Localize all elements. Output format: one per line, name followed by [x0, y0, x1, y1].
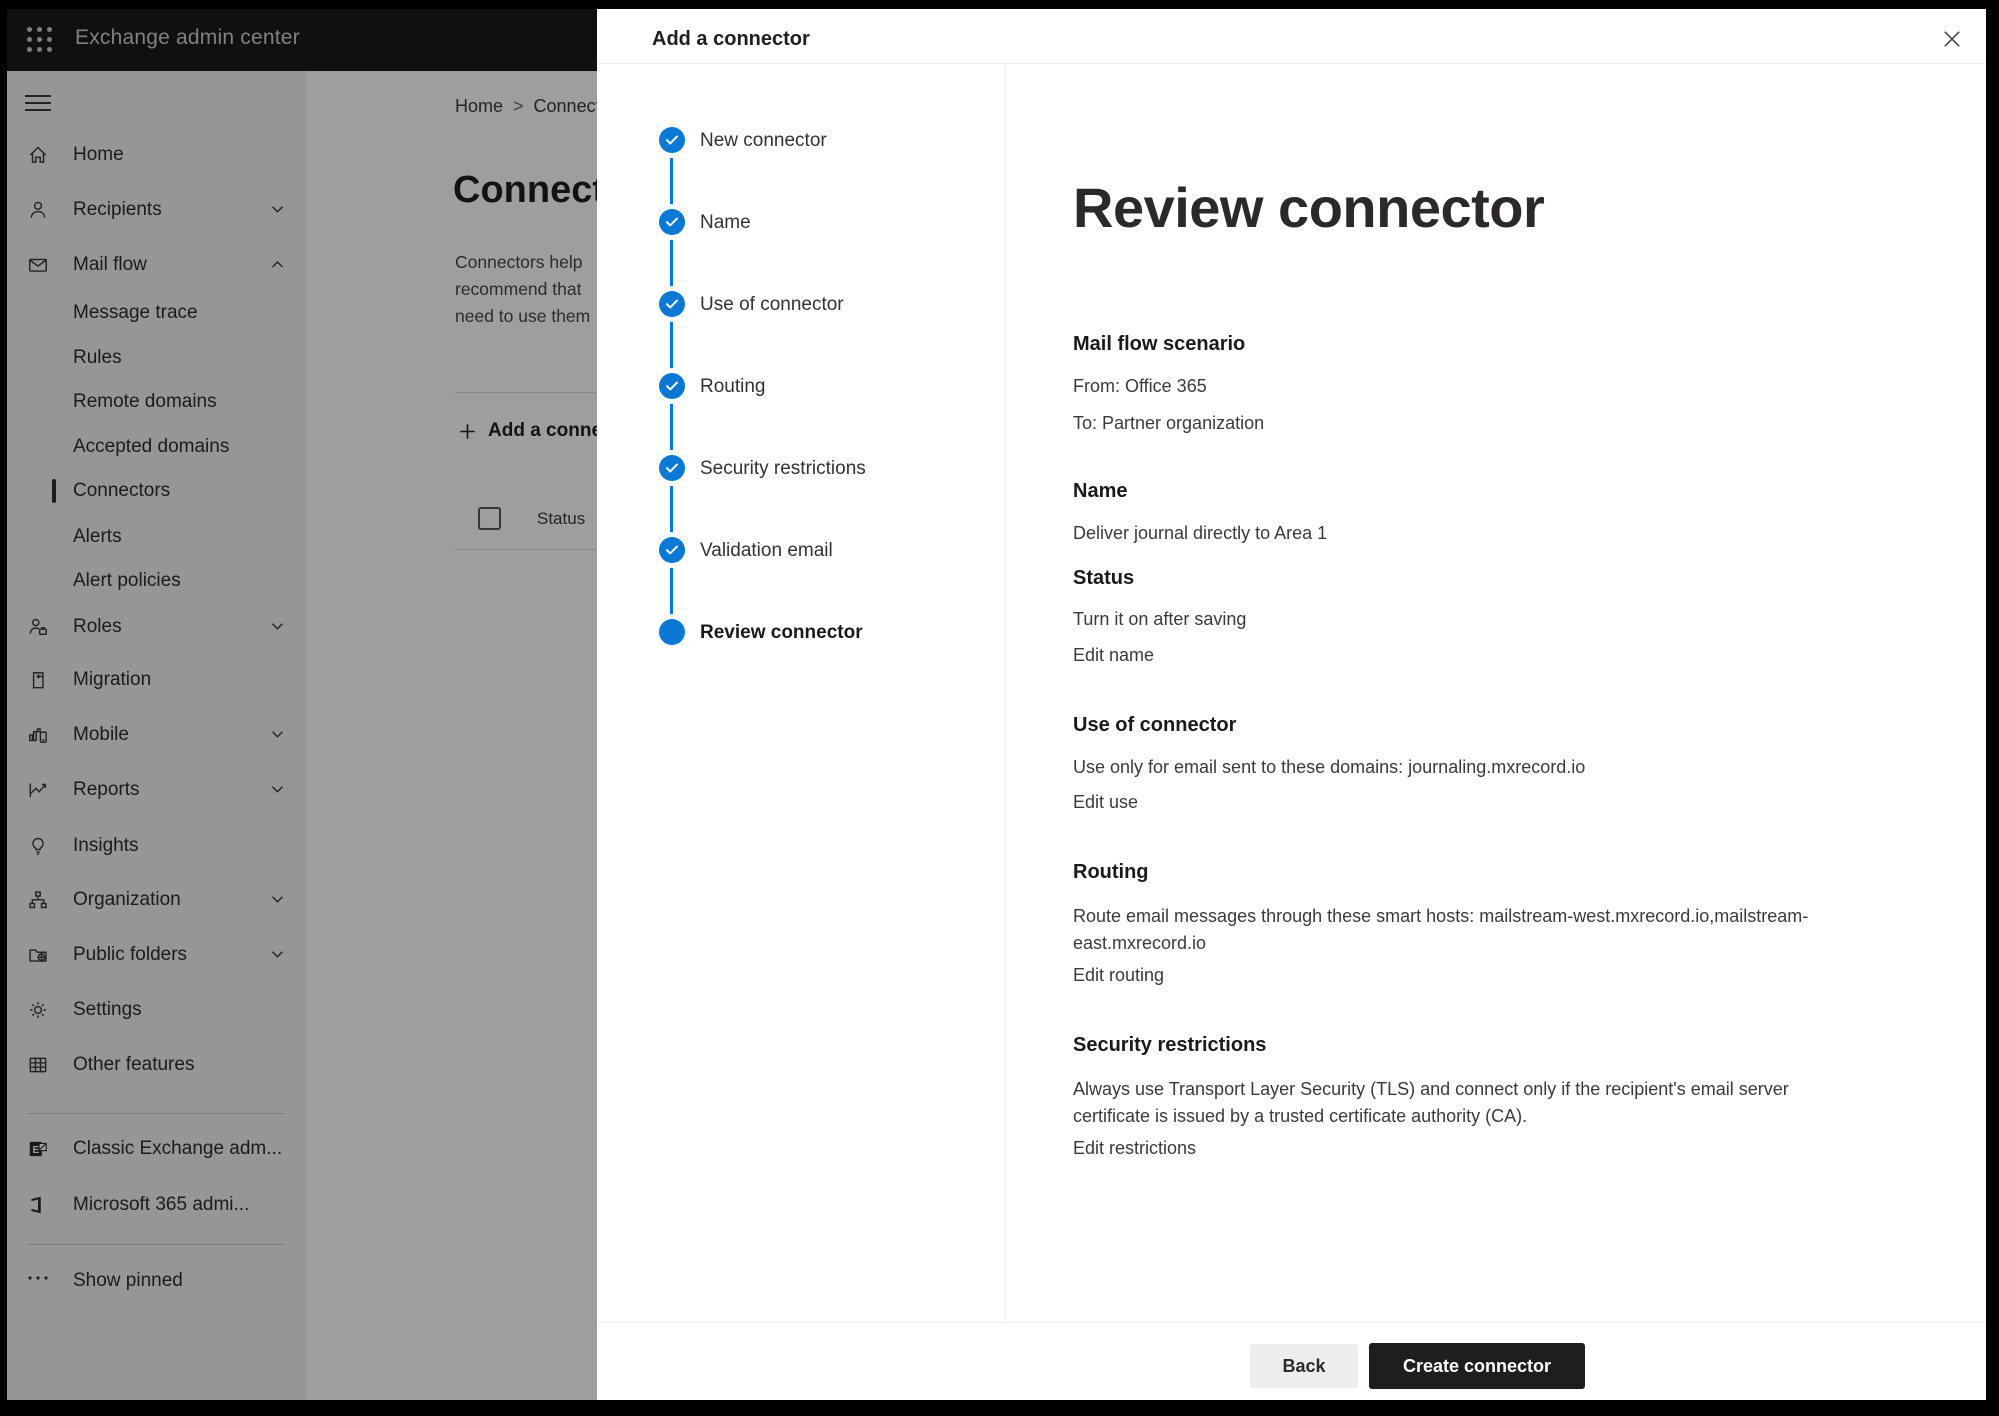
divider	[597, 1322, 1986, 1323]
create-connector-button[interactable]: Create connector	[1369, 1343, 1585, 1389]
step-current-icon[interactable]	[659, 619, 685, 645]
name-value: Deliver journal directly to Area 1	[1073, 523, 1327, 544]
edit-name-link[interactable]: Edit name	[1073, 645, 1154, 666]
name-heading: Name	[1073, 480, 1127, 503]
use-of-connector-heading: Use of connector	[1073, 714, 1236, 737]
step-routing[interactable]: Routing	[700, 374, 766, 400]
back-button[interactable]: Back	[1250, 1344, 1358, 1388]
step-complete-icon[interactable]	[659, 373, 685, 399]
divider	[597, 63, 1986, 64]
step-complete-icon[interactable]	[659, 209, 685, 235]
step-complete-icon[interactable]	[659, 127, 685, 153]
step-review-connector[interactable]: Review connector	[700, 620, 863, 646]
step-new-connector[interactable]: New connector	[700, 128, 827, 154]
step-complete-icon[interactable]	[659, 455, 685, 481]
mail-flow-to: To: Partner organization	[1073, 413, 1264, 434]
edit-use-link[interactable]: Edit use	[1073, 792, 1138, 813]
routing-heading: Routing	[1073, 861, 1149, 884]
use-of-connector-value: Use only for email sent to these domains…	[1073, 757, 1585, 778]
modal-title: Add a connector	[652, 28, 810, 51]
step-complete-icon[interactable]	[659, 537, 685, 563]
screenshot-stage: Exchange admin center Home Recipients	[0, 0, 1999, 1416]
status-heading: Status	[1073, 567, 1134, 590]
mail-flow-from: From: Office 365	[1073, 376, 1207, 397]
step-validation-email[interactable]: Validation email	[700, 538, 833, 564]
divider	[1005, 64, 1006, 1322]
add-connector-modal: Add a connector New connector Name Use o…	[597, 9, 1986, 1400]
routing-value: Route email messages through these smart…	[1073, 903, 1863, 957]
step-use-of-connector[interactable]: Use of connector	[700, 292, 844, 318]
mail-flow-scenario-heading: Mail flow scenario	[1073, 333, 1245, 356]
review-title: Review connector	[1073, 175, 1544, 240]
security-restrictions-value: Always use Transport Layer Security (TLS…	[1073, 1076, 1863, 1130]
edit-routing-link[interactable]: Edit routing	[1073, 965, 1164, 986]
security-restrictions-heading: Security restrictions	[1073, 1034, 1266, 1057]
close-icon[interactable]	[1935, 22, 1969, 56]
step-name[interactable]: Name	[700, 210, 751, 236]
step-security-restrictions[interactable]: Security restrictions	[700, 456, 866, 482]
edit-restrictions-link[interactable]: Edit restrictions	[1073, 1138, 1196, 1159]
status-value: Turn it on after saving	[1073, 609, 1246, 630]
step-complete-icon[interactable]	[659, 291, 685, 317]
